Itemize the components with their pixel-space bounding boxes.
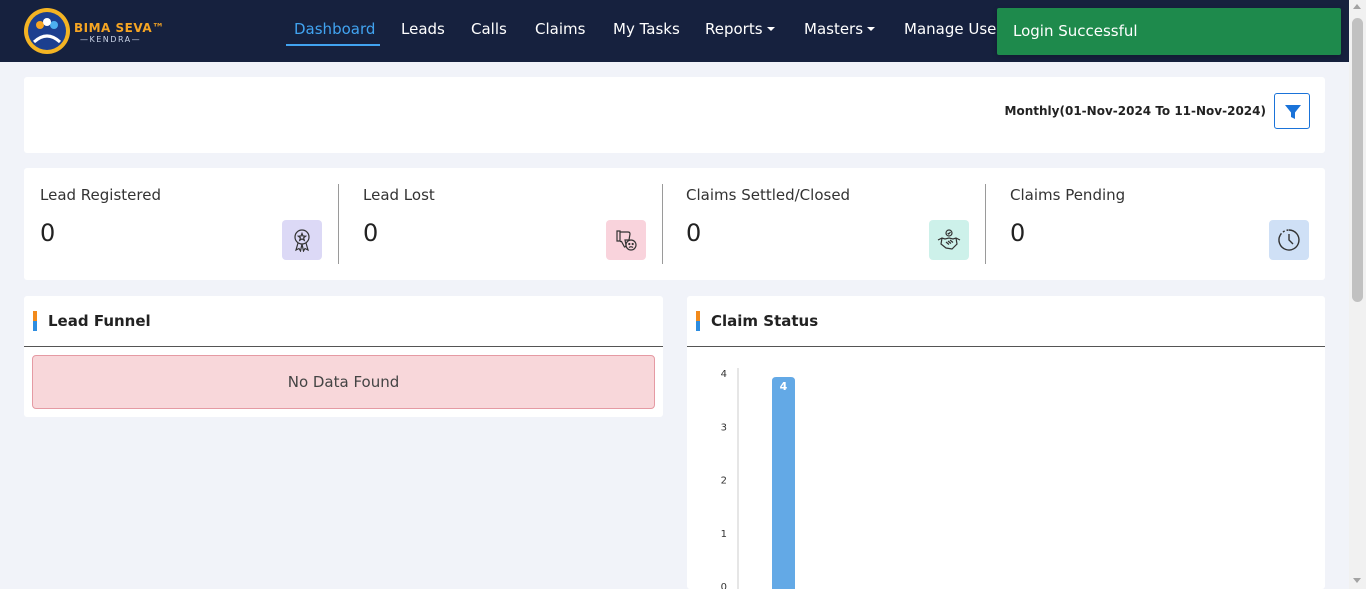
nav-leads[interactable]: Leads [401,20,445,38]
stat-value: 0 [1010,219,1026,247]
stat-label: Claims Settled/Closed [686,186,851,204]
claim-status-chart: 0 1 2 3 4 4 [721,368,795,589]
stat-divider [985,184,986,264]
stat-value: 0 [363,219,379,247]
clock-icon [1269,220,1309,260]
y-tick-label: 0 [721,582,727,589]
filter-icon [1285,105,1301,119]
handshake-icon [929,220,969,260]
logo-subtitle: —KENDRA— [80,35,142,44]
y-tick-label: 3 [721,422,727,433]
panel-title: Lead Funnel [48,312,151,330]
nav-masters[interactable]: Masters [804,20,876,38]
award-icon [282,220,322,260]
nav-active-indicator [286,44,380,46]
y-tick-label: 4 [721,369,727,380]
divider [24,346,663,347]
nav-reports-label: Reports [705,20,763,38]
chart-bar[interactable] [772,377,795,589]
panel-accent [696,311,700,331]
stat-lead-registered[interactable]: Lead Registered 0 [24,168,347,280]
stat-value: 0 [40,219,56,247]
nav-reports[interactable]: Reports [705,20,775,38]
stats-summary: Lead Registered 0 Lead Lost 0 Claims Set… [24,168,1325,280]
scroll-down-arrow-icon[interactable] [1353,578,1361,583]
period-label: Monthly(01-Nov-2024 To 11-Nov-2024) [1004,104,1266,118]
claim-status-panel: Claim Status 0 1 2 3 4 4 [687,296,1325,589]
panel-accent [33,311,37,331]
caret-down-icon [766,27,775,31]
no-data-message: No Data Found [287,373,400,391]
lead-funnel-panel: Lead Funnel No Data Found [24,296,663,417]
no-data-alert: No Data Found [32,355,655,409]
stat-lead-lost[interactable]: Lead Lost 0 [347,168,670,280]
page-scrollbar[interactable] [1349,0,1366,589]
app-logo[interactable]: BIMA SEVA™ —KENDRA— [24,8,164,54]
nav-calls[interactable]: Calls [471,20,507,38]
stat-label: Lead Registered [40,186,161,204]
filter-button[interactable] [1274,93,1310,129]
nav-manage-users[interactable]: Manage Users [904,20,1010,38]
logo-emblem-icon [24,8,70,54]
bar-data-label: 4 [780,380,788,393]
stat-value: 0 [686,219,702,247]
nav-claims[interactable]: Claims [535,20,585,38]
stat-label: Claims Pending [1010,186,1126,204]
scroll-up-arrow-icon[interactable] [1353,4,1361,9]
toast-message: Login Successful [1013,22,1138,40]
filter-bar: Monthly(01-Nov-2024 To 11-Nov-2024) [24,77,1325,153]
stat-claims-settled[interactable]: Claims Settled/Closed 0 [670,168,993,280]
stat-divider [338,184,339,264]
nav-dashboard[interactable]: Dashboard [294,20,375,38]
panel-title: Claim Status [711,312,819,330]
nav-masters-label: Masters [804,20,864,38]
stat-label: Lead Lost [363,186,435,204]
stat-claims-pending[interactable]: Claims Pending 0 [994,168,1317,280]
logo-title: BIMA SEVA™ [74,21,165,35]
scrollbar-thumb[interactable] [1352,18,1363,302]
thumbs-down-icon [606,220,646,260]
stat-divider [662,184,663,264]
y-tick-label: 1 [721,529,727,540]
caret-down-icon [867,27,876,31]
y-tick-label: 2 [721,476,727,487]
nav-my-tasks[interactable]: My Tasks [613,20,680,38]
login-success-toast[interactable]: Login Successful [997,8,1341,55]
